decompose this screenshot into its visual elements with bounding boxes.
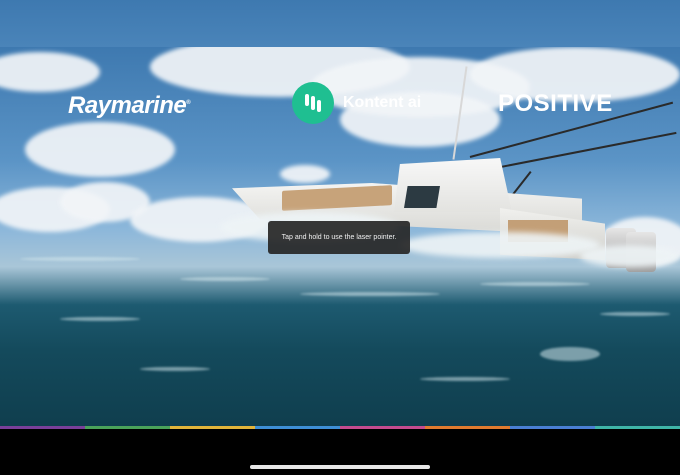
kontent-logo-icon bbox=[292, 82, 334, 124]
raymarine-logo-text: Raymarine bbox=[68, 92, 187, 119]
positive-logo: POSITIVE bbox=[498, 90, 613, 117]
registered-mark: ® bbox=[186, 100, 191, 106]
home-indicator[interactable] bbox=[250, 465, 430, 469]
tooltip-text: Tap and hold to use the laser pointer. bbox=[281, 234, 397, 241]
laser-pointer-tooltip: Tap and hold to use the laser pointer. bbox=[268, 221, 410, 254]
raymarine-logo: Raymarine® bbox=[68, 92, 191, 120]
kontent-logo-text: Kontent ai bbox=[343, 94, 422, 111]
